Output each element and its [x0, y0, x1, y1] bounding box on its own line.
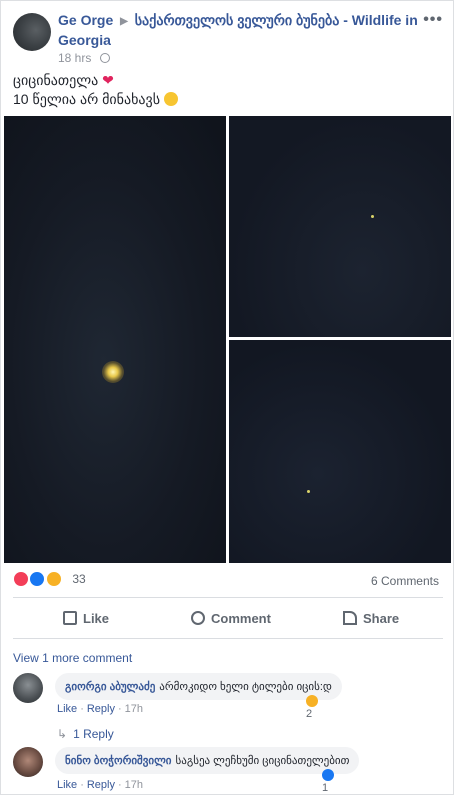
comment-time[interactable]: 17h: [125, 779, 143, 791]
speech-bubble-icon: [191, 611, 205, 625]
like-reaction-icon: [322, 769, 334, 781]
commenter-avatar[interactable]: [13, 673, 43, 703]
thumbs-up-icon: [63, 611, 77, 625]
comment-reactions[interactable]: 1: [322, 769, 336, 794]
post-time[interactable]: 18 hrs: [58, 51, 91, 65]
firefly-dot: [307, 490, 310, 493]
comment-button[interactable]: Comment: [191, 598, 271, 640]
author-avatar[interactable]: [13, 13, 51, 51]
comment-reaction-count: 2: [306, 708, 313, 720]
reaction-summary[interactable]: 33: [13, 570, 86, 590]
firefly-glow: [102, 361, 124, 383]
author-name[interactable]: Ge Orge: [58, 12, 113, 28]
globe-icon: [99, 53, 110, 63]
share-arrow-icon: [343, 611, 357, 625]
post-text: ციცინათელა ❤ 10 წელია არ მინახავს: [13, 71, 178, 109]
comment-bubble: ნინო ბოჭორიშვილი საგსეა ლეჩხუმი ციცინათელ…: [55, 747, 360, 774]
photo-1[interactable]: [4, 116, 226, 563]
triangle-right-icon: ▶: [120, 16, 128, 27]
reaction-count: 33: [72, 571, 86, 586]
replies-count: 1 Reply: [73, 727, 114, 741]
reply-arrow-icon: ↳: [57, 727, 68, 741]
haha-reaction-icon: [45, 570, 62, 587]
like-button[interactable]: Like: [63, 598, 109, 640]
comment-like-link[interactable]: Like: [57, 779, 77, 791]
commenter-name[interactable]: ნინო ბოჭორიშვილი: [65, 755, 171, 767]
photo-3[interactable]: [229, 340, 451, 563]
share-button[interactable]: Share: [343, 598, 399, 640]
comments-count-link[interactable]: 6 Comments: [371, 574, 439, 588]
share-label: Share: [363, 611, 400, 626]
smile-emoji-icon: [163, 92, 178, 106]
action-bar: Like Comment Share: [13, 597, 443, 639]
haha-reaction-icon: [306, 695, 318, 707]
more-options-icon[interactable]: •••: [423, 11, 443, 29]
comment-bubble: გიორგი აბულაძე არმოკიდო ხელი ტილები იცის:…: [55, 673, 342, 700]
comment-reply-link[interactable]: Reply: [87, 779, 115, 791]
commenter-avatar[interactable]: [13, 747, 43, 777]
post-header: Ge Orge ▶ საქართველოს ველური ბუნება - Wi…: [13, 11, 443, 67]
comment-reply-link[interactable]: Reply: [87, 703, 115, 715]
comment-text: არმოკიდო ხელი ტილები იცის:დ: [159, 681, 332, 693]
comment-time[interactable]: 17h: [125, 703, 143, 715]
post-meta: 18 hrs: [58, 51, 110, 65]
heart-emoji-icon: ❤: [102, 72, 114, 88]
post-card: Ge Orge ▶ საქართველოს ველური ბუნება - Wi…: [0, 0, 454, 795]
post-text-line-2: 10 წელია არ მინახავს: [13, 91, 161, 107]
comment-text: საგსეა ლეჩხუმი ციცინათელებით: [175, 755, 350, 767]
like-label: Like: [83, 611, 110, 626]
post-title: Ge Orge ▶ საქართველოს ველური ბუნება - Wi…: [58, 11, 418, 49]
comment-label: Comment: [211, 611, 271, 626]
comment-like-link[interactable]: Like: [57, 703, 77, 715]
photo-2[interactable]: [229, 116, 451, 337]
like-reaction-icon: [29, 570, 46, 587]
comment-actions: Like · Reply · 17h: [57, 779, 144, 791]
firefly-dot: [371, 215, 374, 218]
post-text-line-1: ციცინათელა: [13, 72, 99, 88]
love-reaction-icon: [13, 570, 29, 587]
comment-reaction-count: 1: [322, 782, 329, 794]
commenter-name[interactable]: გიორგი აბულაძე: [65, 681, 155, 693]
comment-actions: Like · Reply · 17h: [57, 703, 144, 715]
comment-reactions[interactable]: 2: [306, 695, 320, 720]
view-replies-link[interactable]: ↳ 1 Reply: [57, 727, 114, 741]
view-more-comments-link[interactable]: View 1 more comment: [13, 651, 132, 665]
